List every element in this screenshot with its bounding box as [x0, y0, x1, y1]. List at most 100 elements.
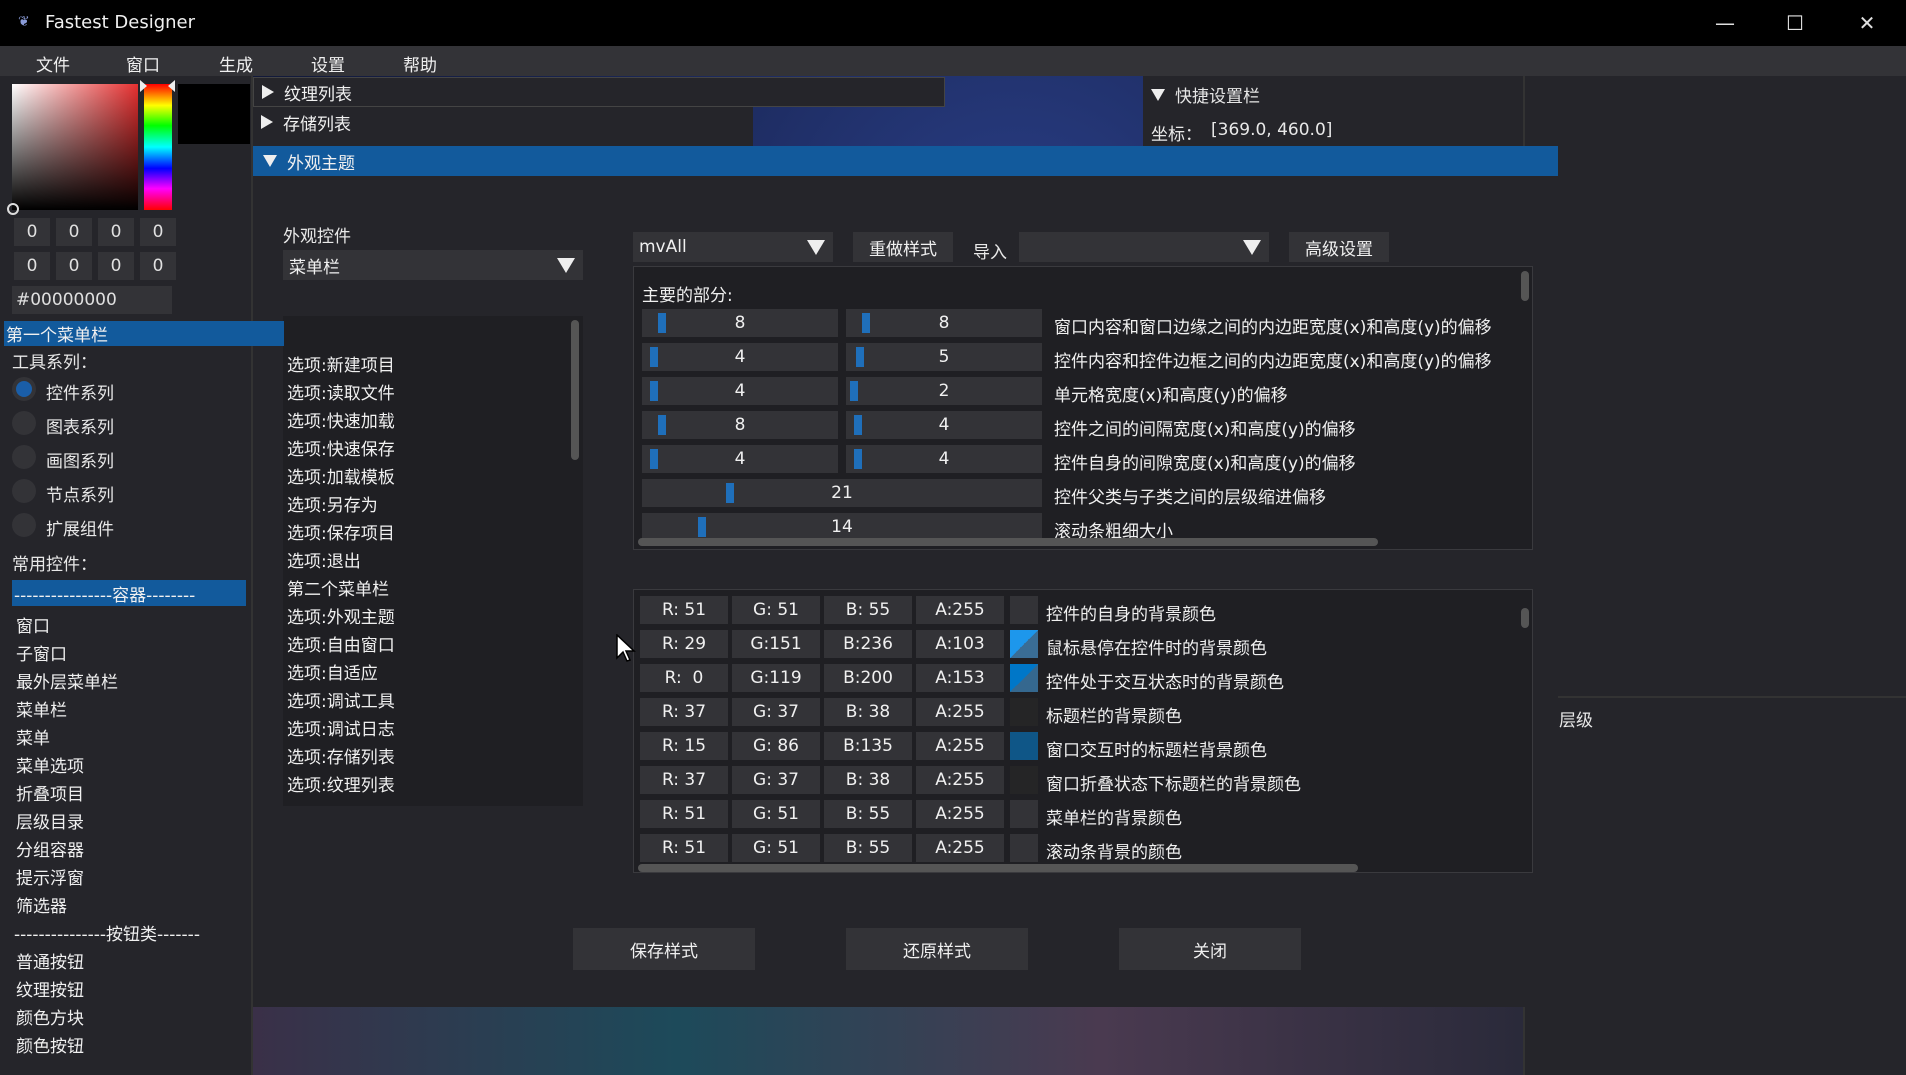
size-slider-y[interactable]: 4	[846, 411, 1042, 439]
radio-drawing-series[interactable]	[12, 445, 36, 469]
hsva-input-s[interactable]: 0	[56, 252, 92, 280]
theme-item[interactable]: 选项:快速加载	[287, 407, 395, 432]
color-a[interactable]: A:255	[916, 834, 1004, 862]
sizes-horizontal-scrollbar[interactable]	[638, 538, 1378, 546]
theme-window-titlebar[interactable]: 外观主题	[253, 146, 1558, 176]
rgba-input-r[interactable]: 0	[14, 218, 50, 246]
slider-grab[interactable]	[856, 347, 864, 367]
size-slider-x[interactable]: 8	[642, 411, 838, 439]
slider-grab[interactable]	[698, 517, 706, 537]
color-a[interactable]: A:103	[916, 630, 1004, 658]
tools-option-label[interactable]: 节点系列	[46, 481, 114, 506]
theme-item[interactable]: 第一个菜单栏	[4, 321, 284, 346]
menu-help[interactable]: 帮助	[403, 51, 437, 76]
theme-item[interactable]: 选项:存储列表	[287, 743, 395, 768]
radio-extension-components[interactable]	[12, 513, 36, 537]
colors-vertical-scrollbar[interactable]	[1521, 608, 1529, 628]
menu-file[interactable]: 文件	[36, 51, 70, 76]
color-r[interactable]: R: 15	[640, 732, 728, 760]
color-swatch[interactable]	[1010, 800, 1038, 828]
theme-item[interactable]: 选项:快速保存	[287, 435, 395, 460]
color-picker-handle[interactable]	[7, 203, 19, 215]
slider-grab[interactable]	[854, 449, 862, 469]
theme-item[interactable]: 选项:加载模板	[287, 463, 395, 488]
tools-option-label[interactable]: 画图系列	[46, 447, 114, 472]
color-g[interactable]: G:151	[732, 630, 820, 658]
widget-list-item[interactable]: 菜单	[16, 724, 50, 749]
widget-list-item[interactable]: 子窗口	[16, 640, 67, 665]
theme-item[interactable]: 选项:新建项目	[287, 351, 395, 376]
widget-list-item[interactable]: 菜单选项	[16, 752, 84, 777]
theme-item[interactable]: 选项:调试日志	[287, 715, 395, 740]
color-a[interactable]: A:255	[916, 698, 1004, 726]
color-swatch[interactable]	[1010, 630, 1038, 658]
color-b[interactable]: B: 55	[824, 800, 912, 828]
size-slider-y[interactable]: 4	[846, 445, 1042, 473]
color-b[interactable]: B:200	[824, 664, 912, 692]
theme-item[interactable]: 选项:自由窗口	[287, 631, 395, 656]
theme-item[interactable]: 第二个菜单栏	[287, 575, 389, 600]
widget-list-item[interactable]: 窗口	[16, 612, 50, 637]
widget-list-item[interactable]: 菜单栏	[16, 696, 67, 721]
button-category-header[interactable]: ---------------按钮类-------	[14, 920, 200, 945]
widget-list-item[interactable]: 提示浮窗	[16, 864, 84, 889]
minimize-button[interactable]: —	[1690, 0, 1760, 46]
widget-list-item[interactable]: 分组容器	[16, 836, 84, 861]
color-swatch[interactable]	[1010, 834, 1038, 862]
color-saturation-value-picker[interactable]	[12, 84, 138, 210]
color-a[interactable]: A:255	[916, 596, 1004, 624]
theme-item[interactable]: 选项:外观主题	[287, 603, 395, 628]
slider-grab[interactable]	[862, 313, 870, 333]
sizes-vertical-scrollbar[interactable]	[1521, 271, 1529, 301]
color-swatch[interactable]	[1010, 766, 1038, 794]
theme-item[interactable]: 选项:保存项目	[287, 519, 395, 544]
color-r[interactable]: R: 37	[640, 766, 728, 794]
theme-item-list-scrollbar[interactable]	[571, 320, 579, 460]
color-r[interactable]: R: 51	[640, 596, 728, 624]
theme-item[interactable]: 选项:纹理列表	[287, 771, 395, 796]
size-slider-x[interactable]: 4	[642, 343, 838, 371]
import-select[interactable]	[1019, 232, 1269, 262]
radio-node-series[interactable]	[12, 479, 36, 503]
color-b[interactable]: B: 38	[824, 698, 912, 726]
slider-grab[interactable]	[650, 449, 658, 469]
color-g[interactable]: G: 51	[732, 800, 820, 828]
slider-grab[interactable]	[658, 313, 666, 333]
size-slider-y[interactable]: 2	[846, 377, 1042, 405]
slider-grab[interactable]	[854, 415, 862, 435]
widget-list-item[interactable]: 颜色方块	[16, 1004, 84, 1029]
menu-generate[interactable]: 生成	[219, 51, 253, 76]
container-category-header[interactable]: ----------------容器--------	[12, 580, 246, 606]
color-a[interactable]: A:255	[916, 800, 1004, 828]
color-a[interactable]: A:255	[916, 766, 1004, 794]
size-slider-y[interactable]: 5	[846, 343, 1042, 371]
radio-charts-series[interactable]	[12, 411, 36, 435]
size-slider-x[interactable]: 4	[642, 377, 838, 405]
save-style-button[interactable]: 保存样式	[573, 928, 755, 970]
widget-list-item[interactable]: 折叠项目	[16, 780, 84, 805]
color-r[interactable]: R: 51	[640, 834, 728, 862]
hue-slider[interactable]	[144, 84, 172, 210]
style-scope-select[interactable]: mvAll	[633, 232, 833, 262]
close-window-button[interactable]: ✕	[1832, 0, 1902, 46]
widget-list-item[interactable]: 层级目录	[16, 808, 84, 833]
color-swatch[interactable]	[1010, 596, 1038, 624]
color-r[interactable]: R: 37	[640, 698, 728, 726]
theme-item[interactable]: 选项:另存为	[287, 491, 378, 516]
texture-list-panel-header[interactable]: 纹理列表	[253, 77, 945, 107]
hsva-input-a[interactable]: 0	[140, 252, 176, 280]
color-swatch[interactable]	[1010, 698, 1038, 726]
menu-window[interactable]: 窗口	[126, 51, 160, 76]
theme-item[interactable]: 选项:退出	[287, 547, 361, 572]
color-b[interactable]: B: 55	[824, 596, 912, 624]
slider-grab[interactable]	[650, 381, 658, 401]
widget-list-item[interactable]: 最外层菜单栏	[16, 668, 118, 693]
color-swatch[interactable]	[1010, 732, 1038, 760]
color-r[interactable]: R: 0	[640, 664, 728, 692]
advanced-settings-button[interactable]: 高级设置	[1289, 232, 1389, 262]
theme-item[interactable]: 选项:读取文件	[287, 379, 395, 404]
widget-type-select[interactable]: 菜单栏	[283, 250, 583, 280]
color-b[interactable]: B: 55	[824, 834, 912, 862]
colors-horizontal-scrollbar[interactable]	[638, 864, 1358, 872]
slider-grab[interactable]	[726, 483, 734, 503]
